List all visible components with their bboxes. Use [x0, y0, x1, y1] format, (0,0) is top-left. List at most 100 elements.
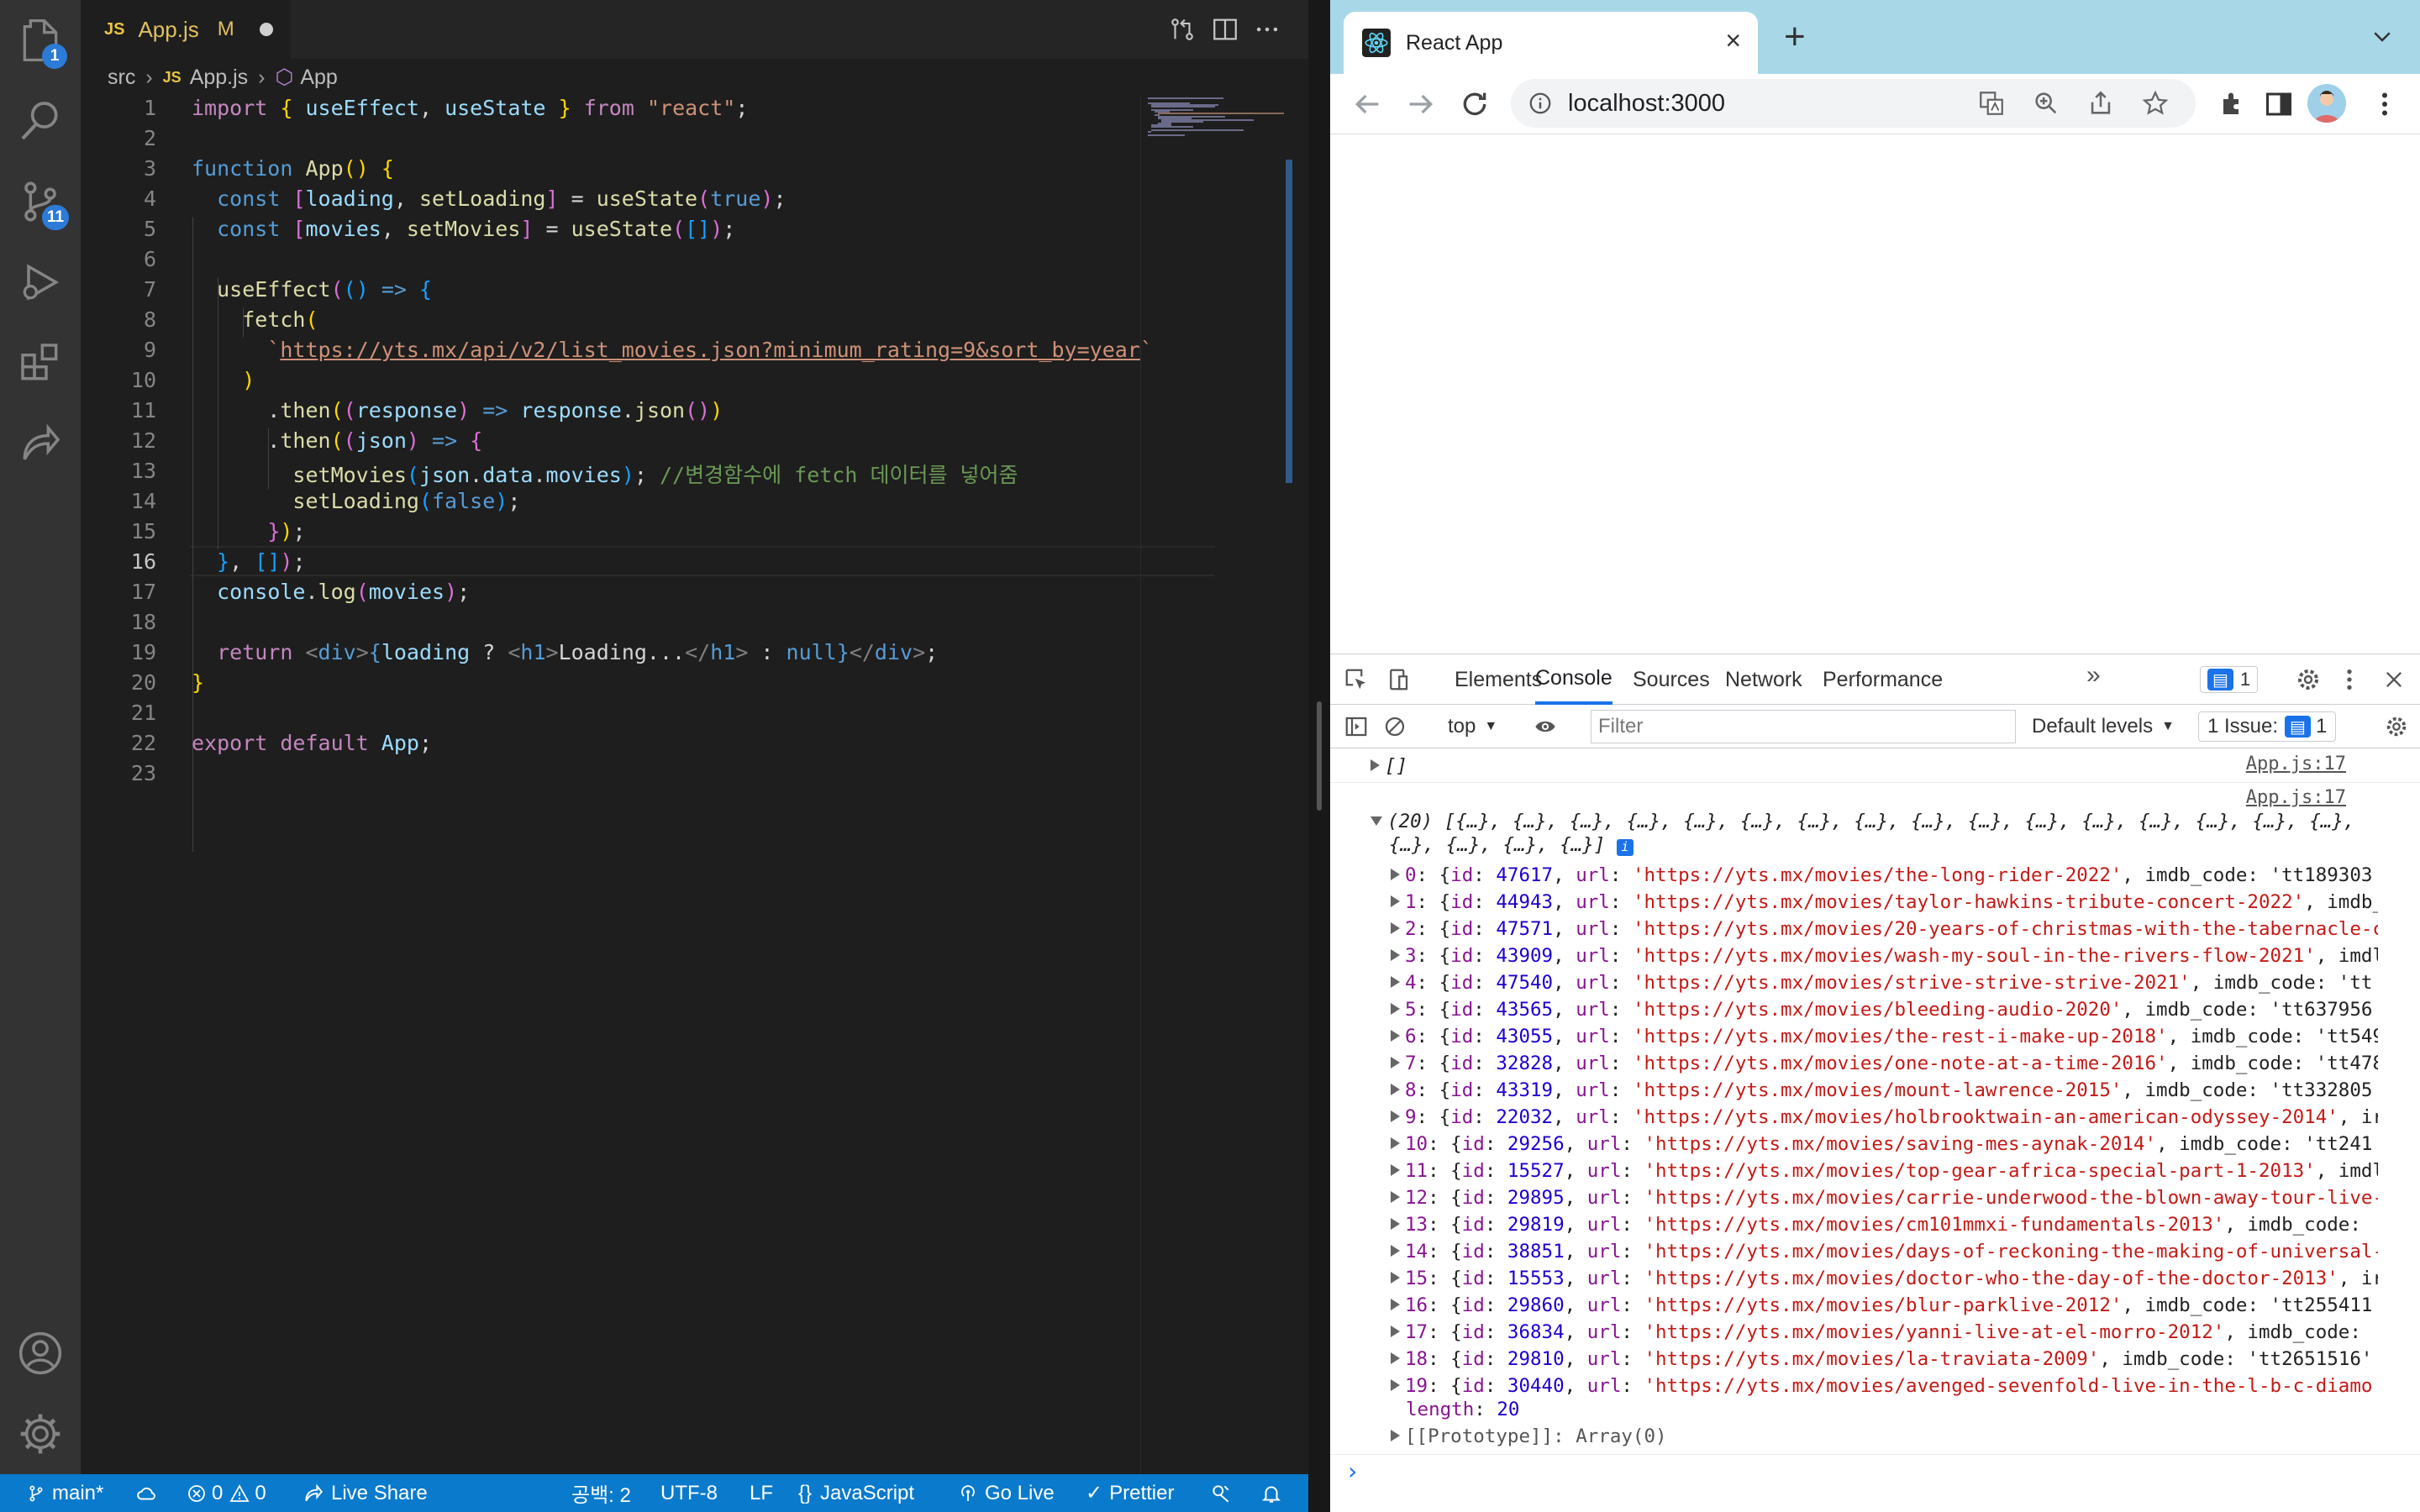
profile-avatar[interactable] — [2307, 84, 2346, 123]
console-array-item[interactable]: 1: {id: 44943, url: 'https://yts.mx/movi… — [1391, 891, 2378, 913]
new-tab-icon[interactable]: + — [1784, 18, 1806, 55]
expand-triangle-icon[interactable] — [1391, 895, 1400, 907]
console-output[interactable]: [] App.js:17 App.js:17 (20) [{…}, {…}, {… — [1330, 748, 2420, 1512]
expand-triangle-icon[interactable] — [1391, 1379, 1400, 1391]
language-mode[interactable]: {} JavaScript — [798, 1474, 914, 1512]
console-filter-input[interactable]: Filter — [1591, 710, 2016, 743]
eol-indicator[interactable]: LF — [750, 1474, 773, 1512]
accounts-button[interactable] — [0, 1313, 81, 1394]
expand-triangle-icon[interactable] — [1391, 1057, 1400, 1068]
expand-triangle-icon[interactable] — [1391, 1110, 1400, 1122]
extensions-button[interactable] — [0, 323, 81, 403]
search-button[interactable] — [0, 81, 81, 161]
console-array-item[interactable]: 10: {id: 29256, url: 'https://yts.mx/mov… — [1391, 1133, 2372, 1155]
console-array-item[interactable]: 2: {id: 47571, url: 'https://yts.mx/movi… — [1391, 918, 2378, 940]
array-prototype[interactable]: [[Prototype]]: Array(0) — [1391, 1425, 1667, 1447]
forward-arrow-icon[interactable] — [1404, 87, 1438, 121]
feedback-button[interactable] — [1210, 1474, 1232, 1512]
editor-scrollbar[interactable] — [1286, 160, 1292, 483]
chevron-down-icon[interactable] — [2370, 24, 2395, 49]
side-panel-icon[interactable] — [2264, 89, 2294, 119]
sync-button[interactable] — [134, 1474, 160, 1512]
clear-console-icon[interactable] — [1382, 714, 1407, 739]
log-levels-dropdown[interactable]: Default levels ▼ — [2032, 705, 2175, 748]
console-array-item[interactable]: 9: {id: 22032, url: 'https://yts.mx/movi… — [1391, 1106, 2378, 1128]
expand-triangle-icon[interactable] — [1370, 759, 1380, 771]
issues-button[interactable]: 1 Issue: ▤ 1 — [2198, 711, 2337, 742]
problems-indicator[interactable]: 0 0 — [187, 1474, 266, 1512]
minimap[interactable] — [1140, 96, 1292, 1474]
expand-triangle-icon[interactable] — [1391, 1430, 1400, 1441]
source-control-button[interactable]: 11 — [0, 161, 81, 242]
expand-triangle-icon[interactable] — [1391, 1084, 1400, 1095]
context-selector[interactable]: top ▼ — [1448, 705, 1497, 748]
console-array-item[interactable]: 11: {id: 15527, url: 'https://yts.mx/mov… — [1391, 1160, 2378, 1182]
expand-triangle-icon[interactable] — [1391, 869, 1400, 880]
extensions-puzzle-icon[interactable] — [2218, 89, 2249, 119]
kebab-menu-icon[interactable] — [2336, 666, 2363, 693]
console-array-item[interactable]: 6: {id: 43055, url: 'https://yts.mx/movi… — [1391, 1026, 2378, 1047]
expand-triangle-icon[interactable] — [1391, 1030, 1400, 1042]
devtools-tab-elements[interactable]: Elements — [1455, 654, 1542, 705]
run-debug-button[interactable] — [0, 242, 81, 323]
expand-triangle-icon[interactable] — [1391, 1218, 1400, 1230]
inspect-element-icon[interactable] — [1344, 667, 1369, 692]
expand-triangle-icon[interactable] — [1391, 1003, 1400, 1015]
translate-icon[interactable] — [1977, 89, 2006, 118]
unsaved-dot-icon[interactable] — [259, 23, 273, 36]
remote-explorer-button[interactable] — [0, 403, 81, 484]
expand-triangle-icon[interactable] — [1391, 922, 1400, 934]
info-icon[interactable]: i — [1616, 839, 1634, 856]
encoding-indicator[interactable]: UTF-8 — [660, 1474, 718, 1512]
expand-triangle-icon[interactable] — [1391, 1245, 1400, 1257]
bookmark-star-icon[interactable] — [2141, 89, 2170, 118]
log-source-link[interactable]: App.js:17 — [2246, 753, 2346, 774]
info-icon[interactable] — [1528, 91, 1553, 116]
array-header[interactable]: (20) [{…}, {…}, {…}, {…}, {…}, {…}, {…},… — [1370, 811, 2354, 832]
expand-triangle-icon[interactable] — [1391, 949, 1400, 961]
devtools-tab-network[interactable]: Network — [1725, 654, 1802, 705]
console-log-empty[interactable]: [] — [1370, 755, 1407, 777]
open-changes-icon[interactable] — [1168, 15, 1197, 44]
browser-tab[interactable]: React App × — [1344, 12, 1758, 74]
settings-button[interactable] — [0, 1394, 81, 1474]
more-tabs-icon[interactable]: » — [2086, 661, 2101, 690]
back-arrow-icon[interactable] — [1350, 87, 1384, 121]
share-icon[interactable] — [2086, 89, 2115, 118]
breadcrumb-folder[interactable]: src — [108, 66, 135, 90]
console-array-item[interactable]: 17: {id: 36834, url: 'https://yts.mx/mov… — [1391, 1321, 2361, 1343]
console-array-item[interactable]: 15: {id: 15553, url: 'https://yts.mx/mov… — [1391, 1268, 2378, 1289]
console-array-item[interactable]: 5: {id: 43565, url: 'https://yts.mx/movi… — [1391, 999, 2372, 1021]
console-array-item[interactable]: 18: {id: 29810, url: 'https://yts.mx/mov… — [1391, 1348, 2372, 1370]
console-array-item[interactable]: 12: {id: 29895, url: 'https://yts.mx/mov… — [1391, 1187, 2378, 1209]
kebab-menu-icon[interactable] — [2370, 89, 2400, 119]
branch-indicator[interactable]: main* — [27, 1474, 103, 1512]
console-array-item[interactable]: 14: {id: 38851, url: 'https://yts.mx/mov… — [1391, 1241, 2378, 1263]
fetch-url[interactable]: https://yts.mx/api/v2/list_movies.json?m… — [280, 338, 1140, 362]
expand-triangle-icon[interactable] — [1391, 1326, 1400, 1337]
go-live-button[interactable]: Go Live — [958, 1474, 1055, 1512]
address-bar[interactable]: localhost:3000 — [1511, 79, 2196, 128]
expand-triangle-icon[interactable] — [1391, 1272, 1400, 1284]
notifications-button[interactable] — [1260, 1474, 1282, 1512]
more-actions-icon[interactable] — [1253, 15, 1281, 44]
indentation-indicator[interactable]: 공백: 2 — [571, 1474, 631, 1512]
console-array-item[interactable]: 0: {id: 47617, url: 'https://yts.mx/movi… — [1391, 864, 2372, 886]
device-toolbar-icon[interactable] — [1386, 667, 1411, 692]
tab-app-js[interactable]: JS App.js M — [81, 0, 291, 59]
expand-triangle-icon[interactable] — [1391, 976, 1400, 988]
console-array-item[interactable]: 13: {id: 29819, url: 'https://yts.mx/mov… — [1391, 1214, 2361, 1236]
prettier-button[interactable]: ✓ Prettier — [1086, 1474, 1174, 1512]
gear-icon[interactable] — [2295, 666, 2322, 693]
console-prompt[interactable]: › — [1345, 1457, 1360, 1485]
expand-triangle-icon[interactable] — [1391, 1164, 1400, 1176]
expand-triangle-icon[interactable] — [1391, 1191, 1400, 1203]
live-share-button[interactable]: Live Share — [302, 1474, 428, 1512]
expand-triangle-icon[interactable] — [1391, 1137, 1400, 1149]
log-source-link[interactable]: App.js:17 — [2246, 787, 2346, 808]
expand-triangle-icon[interactable] — [1391, 1352, 1400, 1364]
devtools-tab-console[interactable]: Console — [1535, 654, 1612, 705]
console-array-item[interactable]: 19: {id: 30440, url: 'https://yts.mx/mov… — [1391, 1375, 2372, 1397]
close-icon[interactable] — [2382, 668, 2406, 691]
explorer-button[interactable]: 1 — [0, 0, 81, 81]
